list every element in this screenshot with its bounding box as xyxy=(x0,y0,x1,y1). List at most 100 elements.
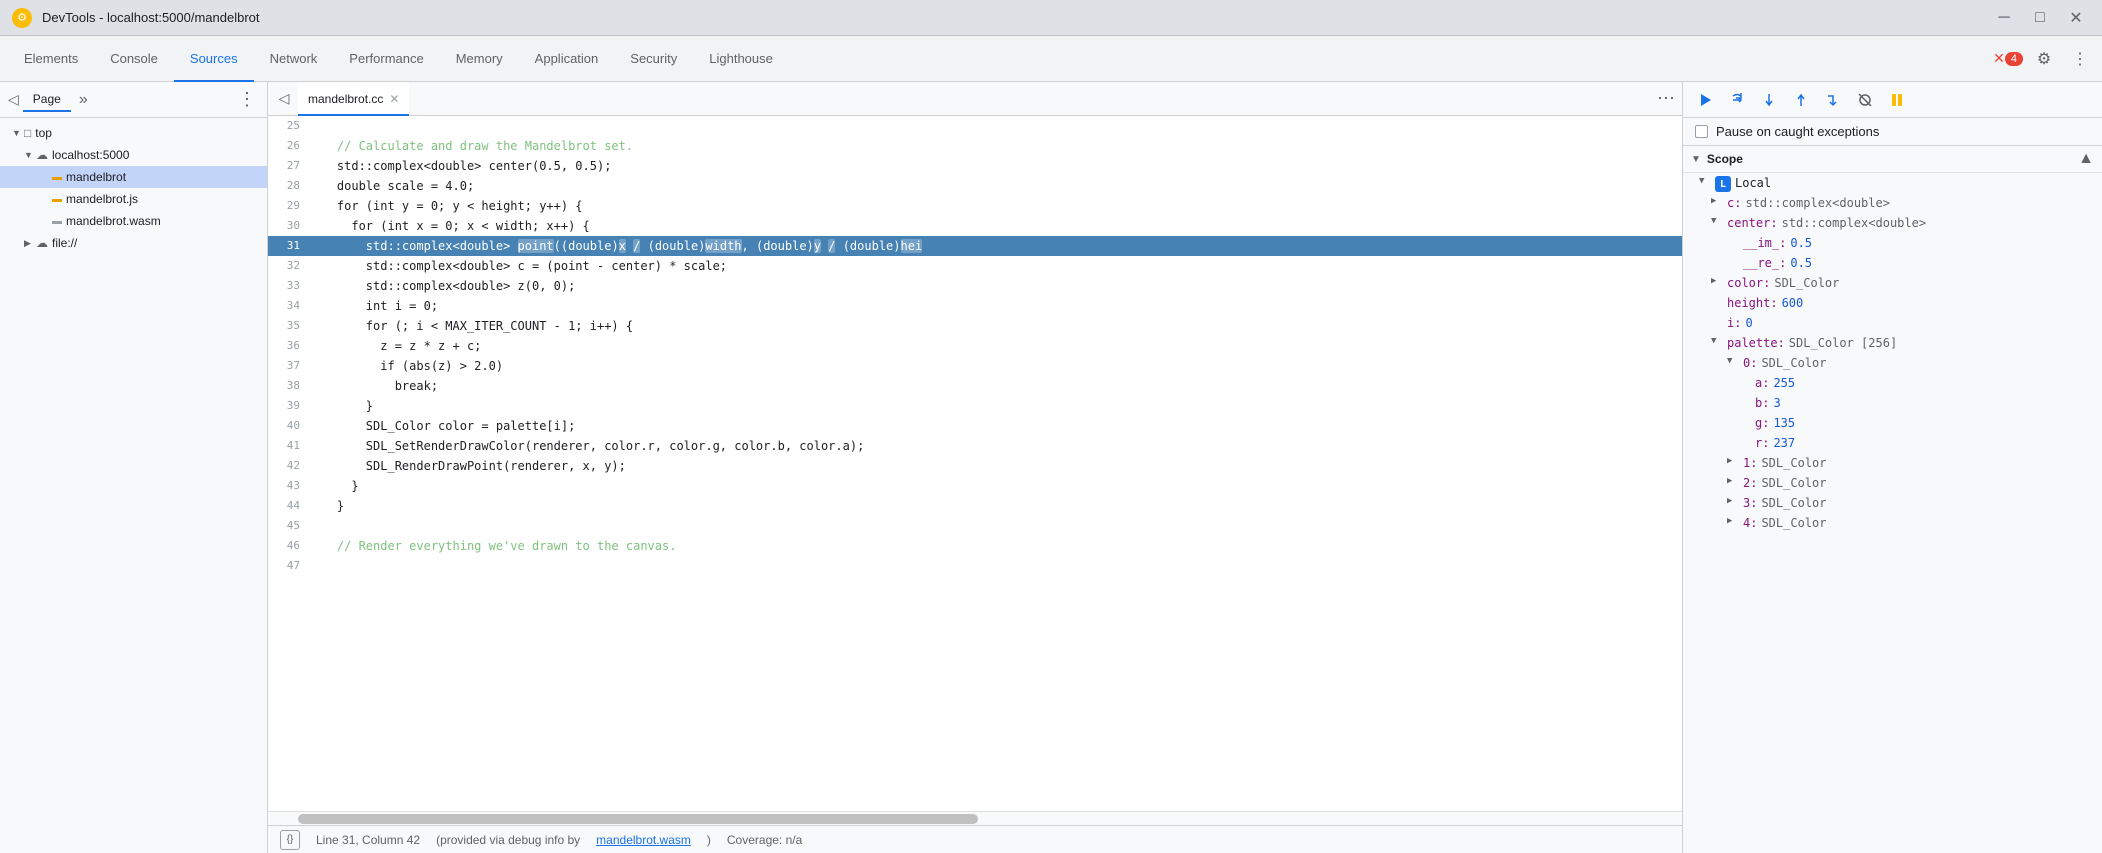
editor-tab-close[interactable]: ✕ xyxy=(389,92,399,106)
scope-item-palette-2[interactable]: ▶ 2: SDL_Color xyxy=(1683,475,2102,495)
step-over-button[interactable] xyxy=(1723,86,1751,114)
maximize-button[interactable]: □ xyxy=(2026,8,2054,28)
scope-center-value: std::complex<double> xyxy=(1782,216,1927,230)
close-button[interactable]: ✕ xyxy=(2062,8,2090,28)
debug-toolbar xyxy=(1683,82,2102,118)
scope-item-palette[interactable]: ▼ palette: SDL_Color [256] xyxy=(1683,335,2102,355)
scope-item-i[interactable]: i: 0 xyxy=(1683,315,2102,335)
tab-console[interactable]: Console xyxy=(94,37,174,82)
tree-label-mandelbrot-wasm: mandelbrot.wasm xyxy=(66,214,161,228)
tab-elements[interactable]: Elements xyxy=(8,37,94,82)
format-button[interactable]: {} xyxy=(280,830,300,850)
scope-a-value: 255 xyxy=(1773,376,1795,390)
pause-exceptions-checkbox[interactable] xyxy=(1695,125,1708,138)
code-line-26: 26 // Calculate and draw the Mandelbrot … xyxy=(268,136,1682,156)
scope-height-key: height: xyxy=(1727,296,1778,310)
sidebar-tab-page[interactable]: Page xyxy=(23,88,71,112)
scope-item-center-im[interactable]: __im_: 0.5 xyxy=(1683,235,2102,255)
tab-network[interactable]: Network xyxy=(254,37,334,82)
scope-palette0-arrow: ▼ xyxy=(1727,356,1739,366)
settings-button[interactable]: ⚙ xyxy=(2030,45,2058,73)
code-line-44: 44 } xyxy=(268,496,1682,516)
local-arrow: ▼ xyxy=(1699,176,1711,186)
scope-item-color[interactable]: ▶ color: SDL_Color xyxy=(1683,275,2102,295)
line-num-29: 29 xyxy=(268,196,308,216)
tree-label-mandelbrot: mandelbrot xyxy=(66,170,126,184)
line-num-45: 45 xyxy=(268,516,308,536)
scope-item-height[interactable]: height: 600 xyxy=(1683,295,2102,315)
scope-item-c[interactable]: ▶ c: std::complex<double> xyxy=(1683,195,2102,215)
code-line-29: 29 for (int y = 0; y < height; y++) { xyxy=(268,196,1682,216)
scope-palette4-key: 4: xyxy=(1743,516,1757,530)
line-num-28: 28 xyxy=(268,176,308,196)
tab-application[interactable]: Application xyxy=(519,37,615,82)
scope-item-palette-0-r[interactable]: r: 237 xyxy=(1683,435,2102,455)
deactivate-button[interactable] xyxy=(1851,86,1879,114)
scope-item-center[interactable]: ▼ center: std::complex<double> xyxy=(1683,215,2102,235)
scope-palette0-value: SDL_Color xyxy=(1761,356,1826,370)
scope-local-header[interactable]: ▼ L Local xyxy=(1683,175,2102,195)
scope-palette2-key: 2: xyxy=(1743,476,1757,490)
scope-item-palette-0[interactable]: ▼ 0: SDL_Color xyxy=(1683,355,2102,375)
error-badge-button[interactable]: ✕ 4 xyxy=(1994,45,2022,73)
scope-palette3-key: 3: xyxy=(1743,496,1757,510)
sidebar-menu-button[interactable]: ⋮ xyxy=(235,89,259,110)
code-text-40: SDL_Color color = palette[i]; xyxy=(308,416,1666,436)
tab-memory[interactable]: Memory xyxy=(440,37,519,82)
tree-arrow-file: ▶ xyxy=(24,238,36,249)
scope-item-palette-3[interactable]: ▶ 3: SDL_Color xyxy=(1683,495,2102,515)
sidebar-tab-more[interactable]: » xyxy=(79,91,88,109)
scope-item-palette-0-a[interactable]: a: 255 xyxy=(1683,375,2102,395)
step-out-button[interactable] xyxy=(1787,86,1815,114)
sidebar-nav-back[interactable]: ◁ xyxy=(8,91,19,108)
scope-item-palette-0-g[interactable]: g: 135 xyxy=(1683,415,2102,435)
code-line-30: 30 for (int x = 0; x < width; x++) { xyxy=(268,216,1682,236)
scope-palette3-arrow: ▶ xyxy=(1727,496,1739,506)
cloud-icon-file: ☁ xyxy=(36,236,48,250)
scope-item-palette-0-b[interactable]: b: 3 xyxy=(1683,395,2102,415)
tab-performance[interactable]: Performance xyxy=(333,37,439,82)
code-hscrollbar[interactable] xyxy=(268,811,1682,825)
hscroll-thumb[interactable] xyxy=(298,814,978,824)
resume-button[interactable] xyxy=(1691,86,1719,114)
code-editor[interactable]: 25 26 // Calculate and draw the Mandelbr… xyxy=(268,116,1682,811)
tree-label-localhost: localhost:5000 xyxy=(52,148,129,162)
scope-a-key: a: xyxy=(1755,376,1769,390)
editor-format-button[interactable]: ⋯ xyxy=(1654,88,1678,109)
scope-item-palette-1[interactable]: ▶ 1: SDL_Color xyxy=(1683,455,2102,475)
line-num-26: 26 xyxy=(268,136,308,156)
sidebar: ◁ Page » ⋮ ▼ □ top ▼ ☁ localhost:5000 ▬ … xyxy=(0,82,268,853)
scope-center-key: center: xyxy=(1727,216,1778,230)
tree-item-localhost[interactable]: ▼ ☁ localhost:5000 xyxy=(0,144,267,166)
scope-im-key: __im_: xyxy=(1743,236,1786,250)
code-text-39: } xyxy=(308,396,1666,416)
editor-tab-mandelbrot-cc[interactable]: mandelbrot.cc ✕ xyxy=(298,83,409,116)
tab-security[interactable]: Security xyxy=(614,37,693,82)
scope-g-key: g: xyxy=(1755,416,1769,430)
line-num-40: 40 xyxy=(268,416,308,436)
code-text-28: double scale = 4.0; xyxy=(308,176,1666,196)
tree-item-mandelbrot-js[interactable]: ▬ mandelbrot.js xyxy=(0,188,267,210)
minimize-button[interactable]: ─ xyxy=(1990,8,2018,28)
scope-item-center-re[interactable]: __re_: 0.5 xyxy=(1683,255,2102,275)
editor-area: ◁ mandelbrot.cc ✕ ⋯ 25 26 // Calc xyxy=(268,82,1682,853)
tab-sources[interactable]: Sources xyxy=(174,37,254,82)
scope-collapse-button[interactable]: ▲ xyxy=(2078,150,2094,168)
source-file-link[interactable]: mandelbrot.wasm xyxy=(596,833,691,847)
scope-header[interactable]: ▼ Scope ▲ xyxy=(1683,146,2102,173)
tree-item-file[interactable]: ▶ ☁ file:// xyxy=(0,232,267,254)
editor-tab-nav-back[interactable]: ◁ xyxy=(272,82,296,115)
debug-panel: Pause on caught exceptions ▼ Scope ▲ ▼ L… xyxy=(1682,82,2102,853)
code-text-27: std::complex<double> center(0.5, 0.5); xyxy=(308,156,1666,176)
step-into-button[interactable] xyxy=(1755,86,1783,114)
step-button[interactable] xyxy=(1819,86,1847,114)
tree-item-top[interactable]: ▼ □ top xyxy=(0,122,267,144)
line-num-32: 32 xyxy=(268,256,308,276)
tree-item-mandelbrot-wasm[interactable]: ▬ mandelbrot.wasm xyxy=(0,210,267,232)
pause-button[interactable] xyxy=(1883,86,1911,114)
code-lines: 25 26 // Calculate and draw the Mandelbr… xyxy=(268,116,1682,811)
more-menu-button[interactable]: ⋮ xyxy=(2066,45,2094,73)
scope-item-palette-4[interactable]: ▶ 4: SDL_Color xyxy=(1683,515,2102,535)
tree-item-mandelbrot[interactable]: ▬ mandelbrot xyxy=(0,166,267,188)
tab-lighthouse[interactable]: Lighthouse xyxy=(693,37,789,82)
